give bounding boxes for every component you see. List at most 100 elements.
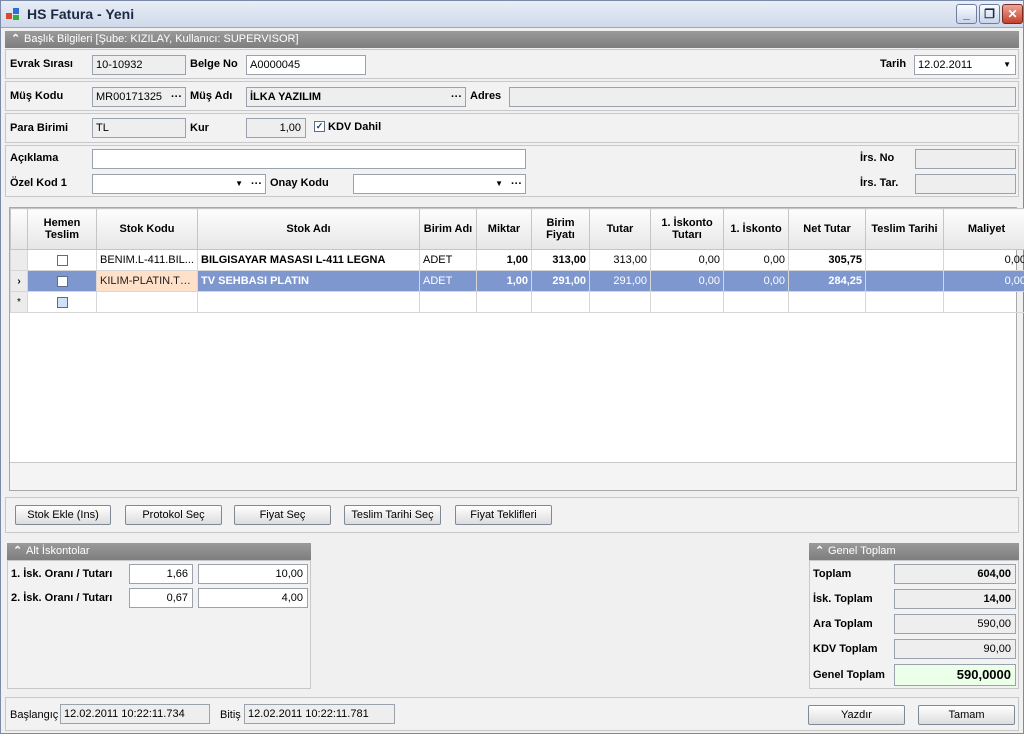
belge-no-field[interactable]: A0000045 — [246, 55, 366, 75]
stok-kodu-cell[interactable]: BENIM.L-411.BIL... — [96, 249, 198, 271]
column-header-tutar[interactable]: Tutar — [589, 208, 651, 250]
column-header-iskonto[interactable]: 1. İskonto — [723, 208, 789, 250]
mus-kodu-field[interactable]: MR00171325 ··· — [92, 87, 186, 107]
bitis-field[interactable]: 12.02.2011 10:22:11.781 — [244, 704, 395, 724]
net-tutar-cell[interactable]: 305,75 — [788, 249, 866, 271]
isk-cell[interactable]: 0,00 — [723, 270, 789, 292]
birim-fiyati-cell[interactable]: 313,00 — [531, 249, 590, 271]
para-birimi-field[interactable]: TL — [92, 118, 186, 138]
aciklama-field[interactable] — [92, 149, 526, 169]
isk2-tutar-field[interactable]: 4,00 — [198, 588, 308, 608]
chevron-down-icon[interactable]: ▼ — [1003, 56, 1011, 74]
isk-tutar-cell[interactable]: 0,00 — [650, 249, 724, 271]
hemen-teslim-cell[interactable] — [27, 270, 97, 292]
onay-kodu-combo[interactable]: ▼ ··· — [353, 174, 526, 194]
empty-cell[interactable] — [943, 291, 1024, 313]
table-row[interactable]: › KILIM-PLATIN.TV... TV SEHBASI PLATIN A… — [10, 270, 1024, 292]
teslim-tarihi-cell[interactable] — [865, 249, 944, 271]
miktar-cell[interactable]: 1,00 — [476, 249, 532, 271]
column-header-miktar[interactable]: Miktar — [476, 208, 532, 250]
maliyet-cell[interactable]: 0,00 — [943, 249, 1024, 271]
irs-tar-field[interactable] — [915, 174, 1016, 194]
baslangic-field[interactable]: 12.02.2011 10:22:11.734 — [60, 704, 210, 724]
stok-adi-cell[interactable]: BILGISAYAR MASASI L-411 LEGNA — [197, 249, 420, 271]
empty-cell[interactable] — [650, 291, 724, 313]
isk2-oran-field[interactable]: 0,67 — [129, 588, 193, 608]
tamam-button[interactable]: Tamam — [918, 705, 1015, 725]
isk-tutar-cell[interactable]: 0,00 — [650, 270, 724, 292]
empty-cell[interactable] — [419, 291, 477, 313]
teslim-tarihi-sec-button[interactable]: Teslim Tarihi Seç — [344, 505, 441, 525]
protokol-sec-button[interactable]: Protokol Seç — [125, 505, 222, 525]
column-header-birim-adi[interactable]: Birim Adı — [419, 208, 477, 250]
row-indicator[interactable]: › — [10, 270, 28, 292]
birim-fiyati-cell[interactable]: 291,00 — [531, 270, 590, 292]
mus-adi-field[interactable]: İLKA YAZILIM ··· — [246, 87, 466, 107]
ellipsis-icon[interactable]: ··· — [171, 88, 182, 106]
column-header-stok-kodu[interactable]: Stok Kodu — [96, 208, 198, 250]
column-header-birim-fiyati[interactable]: Birim Fiyatı — [531, 208, 590, 250]
hemen-teslim-checkbox[interactable] — [56, 275, 68, 287]
toplam-field[interactable]: 604,00 — [894, 564, 1016, 584]
new-row-indicator[interactable]: * — [10, 291, 28, 313]
ellipsis-icon[interactable]: ··· — [451, 88, 462, 106]
ozel-kod-combo[interactable]: ▼ ··· — [92, 174, 266, 194]
genel-toplam-field[interactable]: 590,0000 — [894, 664, 1016, 686]
column-header-net-tutar[interactable]: Net Tutar — [788, 208, 866, 250]
fiyat-teklifleri-button[interactable]: Fiyat Teklifleri — [455, 505, 552, 525]
maliyet-cell[interactable]: 0,00 — [943, 270, 1024, 292]
empty-cell[interactable] — [197, 291, 420, 313]
empty-cell[interactable] — [788, 291, 866, 313]
kdv-dahil-checkbox[interactable]: ✓ — [314, 121, 325, 132]
minimize-button[interactable]: _ — [956, 4, 977, 24]
alt-iskontolar-bar[interactable]: ⌃ Alt İskontolar — [7, 543, 311, 560]
hemen-teslim-checkbox[interactable] — [56, 254, 68, 266]
tarih-date-picker[interactable]: 12.02.2011 ▼ — [914, 55, 1016, 75]
empty-cell[interactable] — [476, 291, 532, 313]
column-header-hemen-teslim[interactable]: Hemen Teslim — [27, 208, 97, 250]
column-header-teslim-tarihi[interactable]: Teslim Tarihi — [865, 208, 944, 250]
irs-no-field[interactable] — [915, 149, 1016, 169]
birim-cell[interactable]: ADET — [419, 249, 477, 271]
table-row[interactable]: BENIM.L-411.BIL... BILGISAYAR MASASI L-4… — [10, 249, 1024, 271]
header-group-bar[interactable]: ⌃ Başlık Bilgileri [Şube: KIZILAY, Kullan… — [5, 31, 1019, 48]
chevron-down-icon[interactable]: ▼ — [495, 175, 503, 193]
kdv-toplam-field[interactable]: 90,00 — [894, 639, 1016, 659]
close-button[interactable]: ✕ — [1002, 4, 1023, 24]
column-header-stok-adi[interactable]: Stok Adı — [197, 208, 420, 250]
hemen-teslim-cell[interactable] — [27, 249, 97, 271]
empty-cell[interactable] — [589, 291, 651, 313]
new-row-checkbox[interactable] — [56, 296, 68, 308]
kur-field[interactable]: 1,00 — [246, 118, 306, 138]
column-header-maliyet[interactable]: Maliyet — [943, 208, 1024, 250]
net-tutar-cell[interactable]: 284,25 — [788, 270, 866, 292]
ara-toplam-field[interactable]: 590,00 — [894, 614, 1016, 634]
yazdir-button[interactable]: Yazdır — [808, 705, 905, 725]
empty-cell[interactable] — [531, 291, 590, 313]
column-header-iskonto-tutari[interactable]: 1. İskonto Tutarı — [650, 208, 724, 250]
tutar-cell[interactable]: 291,00 — [589, 270, 651, 292]
isk-toplam-field[interactable]: 14,00 — [894, 589, 1016, 609]
teslim-tarihi-cell[interactable] — [865, 270, 944, 292]
isk-cell[interactable]: 0,00 — [723, 249, 789, 271]
ellipsis-icon[interactable]: ··· — [251, 175, 262, 193]
isk1-tutar-field[interactable]: 10,00 — [198, 564, 308, 584]
empty-cell[interactable] — [865, 291, 944, 313]
chevron-down-icon[interactable]: ▼ — [235, 175, 243, 193]
adres-field[interactable] — [509, 87, 1016, 107]
hemen-teslim-cell[interactable] — [27, 291, 97, 313]
new-row[interactable]: * — [10, 291, 1024, 313]
ellipsis-icon[interactable]: ··· — [511, 175, 522, 193]
row-indicator[interactable] — [10, 249, 28, 271]
isk1-oran-field[interactable]: 1,66 — [129, 564, 193, 584]
birim-cell[interactable]: ADET — [419, 270, 477, 292]
evrak-sirasi-field[interactable]: 10-10932 — [92, 55, 186, 75]
genel-toplam-bar[interactable]: ⌃ Genel Toplam — [809, 543, 1019, 560]
empty-cell[interactable] — [96, 291, 198, 313]
miktar-cell[interactable]: 1,00 — [476, 270, 532, 292]
maximize-button[interactable]: ❐ — [979, 4, 1000, 24]
empty-cell[interactable] — [723, 291, 789, 313]
fiyat-sec-button[interactable]: Fiyat Seç — [234, 505, 331, 525]
tutar-cell[interactable]: 313,00 — [589, 249, 651, 271]
stok-ekle-button[interactable]: Stok Ekle (Ins) — [15, 505, 111, 525]
